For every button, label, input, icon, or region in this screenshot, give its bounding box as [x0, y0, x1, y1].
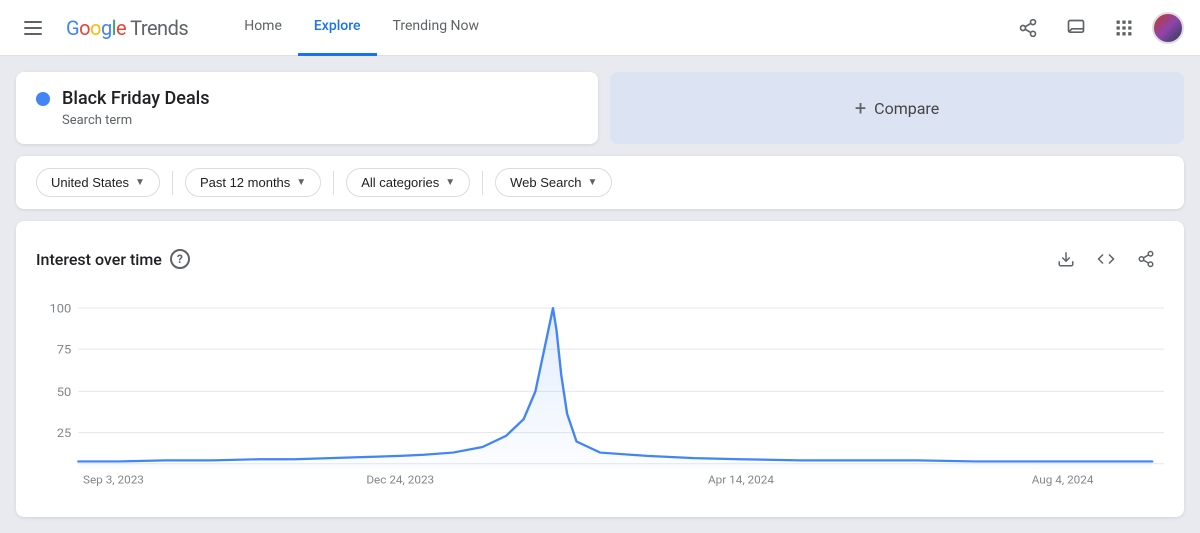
time-label: Past 12 months: [200, 175, 290, 190]
plus-icon: +: [855, 96, 866, 120]
header-right: [1008, 8, 1184, 48]
search-type-dropdown-arrow: ▼: [587, 177, 597, 188]
nav-explore[interactable]: Explore: [298, 0, 377, 56]
search-term-card: Black Friday Deals Search term: [16, 72, 598, 144]
chart-title: Interest over time: [36, 250, 162, 269]
download-icon: [1057, 250, 1075, 268]
svg-text:Dec 24, 2023: Dec 24, 2023: [366, 473, 434, 487]
share-button[interactable]: [1008, 8, 1048, 48]
menu-icon[interactable]: [16, 13, 50, 43]
search-type-filter[interactable]: Web Search ▼: [495, 168, 612, 197]
country-label: United States: [51, 175, 129, 190]
term-dot: [36, 92, 50, 106]
svg-text:50: 50: [57, 385, 72, 400]
main-content: Black Friday Deals Search term + Compare…: [0, 56, 1200, 533]
svg-text:Apr 14, 2024: Apr 14, 2024: [708, 473, 775, 487]
search-type-label: Web Search: [510, 175, 581, 190]
term-type: Search term: [62, 113, 210, 128]
filter-divider-2: [333, 171, 334, 195]
category-dropdown-arrow: ▼: [445, 177, 455, 188]
header: Google Trends Home Explore Trending Now: [0, 0, 1200, 56]
filter-section: United States ▼ Past 12 months ▼ All cat…: [16, 156, 1184, 209]
nav-home[interactable]: Home: [228, 0, 298, 56]
apps-icon: [1114, 18, 1134, 38]
search-section: Black Friday Deals Search term + Compare: [16, 72, 1184, 144]
chart-header: Interest over time ?: [36, 241, 1164, 277]
chart-actions: [1048, 241, 1164, 277]
share-chart-icon: [1137, 250, 1155, 268]
avatar[interactable]: [1152, 12, 1184, 44]
apps-button[interactable]: [1104, 8, 1144, 48]
share-chart-button[interactable]: [1128, 241, 1164, 277]
compare-label: Compare: [874, 99, 939, 118]
download-button[interactable]: [1048, 241, 1084, 277]
chart-title-row: Interest over time ?: [36, 249, 190, 269]
country-filter[interactable]: United States ▼: [36, 168, 160, 197]
svg-text:100: 100: [49, 302, 71, 317]
header-nav: Home Explore Trending Now: [228, 0, 495, 56]
nav-trending[interactable]: Trending Now: [377, 0, 495, 56]
embed-button[interactable]: [1088, 241, 1124, 277]
trends-wordmark: Trends: [130, 16, 188, 40]
country-dropdown-arrow: ▼: [135, 177, 145, 188]
term-name: Black Friday Deals: [62, 88, 210, 109]
svg-text:Sep 3, 2023: Sep 3, 2023: [83, 473, 144, 487]
google-wordmark: Google: [66, 16, 126, 40]
svg-text:75: 75: [57, 343, 72, 358]
interest-chart: 100 75 50 25 Sep 3, 2023 Dec: [36, 297, 1164, 497]
time-dropdown-arrow: ▼: [296, 177, 306, 188]
time-filter[interactable]: Past 12 months ▼: [185, 168, 321, 197]
feedback-button[interactable]: [1056, 8, 1096, 48]
embed-icon: [1097, 250, 1115, 268]
svg-text:25: 25: [57, 426, 72, 441]
share-icon: [1018, 18, 1038, 38]
chart-area: 100 75 50 25 Sep 3, 2023 Dec: [36, 297, 1164, 497]
svg-text:Aug 4, 2024: Aug 4, 2024: [1032, 473, 1094, 487]
category-filter[interactable]: All categories ▼: [346, 168, 470, 197]
filter-divider-3: [482, 171, 483, 195]
feedback-icon: [1066, 18, 1086, 38]
chart-section: Interest over time ?: [16, 221, 1184, 517]
category-label: All categories: [361, 175, 439, 190]
filter-divider-1: [172, 171, 173, 195]
header-left: Google Trends Home Explore Trending Now: [16, 0, 495, 56]
term-info: Black Friday Deals Search term: [62, 88, 210, 128]
compare-card[interactable]: + Compare: [610, 72, 1184, 144]
help-icon[interactable]: ?: [170, 249, 190, 269]
logo: Google Trends: [66, 16, 188, 40]
